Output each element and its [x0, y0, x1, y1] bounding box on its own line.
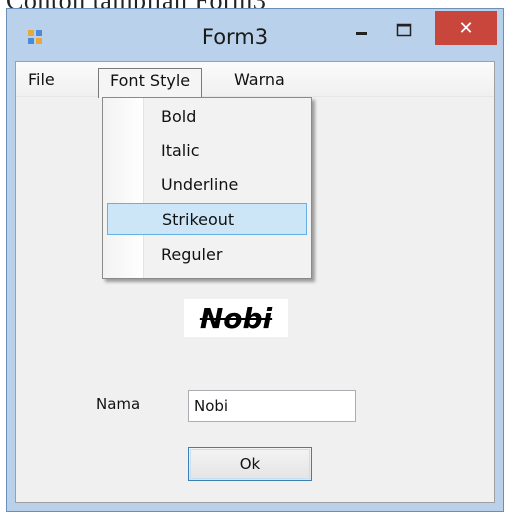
dropdown-item-reguler[interactable]: Reguler: [107, 239, 307, 271]
window-title: Form3: [201, 25, 269, 49]
preview-label: Nobi: [184, 299, 288, 337]
dropdown-item-strikeout[interactable]: Strikeout: [107, 203, 307, 235]
close-icon: ✕: [458, 17, 474, 39]
minimize-icon: [356, 32, 367, 35]
font-style-dropdown: Bold Italic Underline Strikeout Reguler: [102, 97, 312, 279]
minimize-button[interactable]: [347, 19, 377, 41]
dropdown-item-italic[interactable]: Italic: [107, 135, 307, 167]
ok-button[interactable]: Ok: [188, 447, 312, 481]
menu-font-style[interactable]: Font Style: [98, 68, 203, 98]
menu-file[interactable]: File: [20, 68, 63, 94]
ok-button-label: Ok: [239, 455, 261, 473]
form3-window: Form3 ✕ File Font Style Warna Nobi Nama …: [6, 8, 504, 512]
close-button[interactable]: ✕: [435, 11, 497, 45]
preview-text: Nobi: [199, 301, 273, 335]
menu-warna[interactable]: Warna: [226, 68, 293, 94]
dropdown-item-bold[interactable]: Bold: [107, 101, 307, 133]
maximize-icon: [396, 23, 412, 37]
nama-label: Nama: [96, 395, 141, 413]
title-bar[interactable]: Form3 ✕: [7, 9, 503, 61]
nama-input[interactable]: Nobi: [188, 390, 356, 422]
form-client-area: File Font Style Warna Nobi Nama Nobi Ok …: [15, 61, 495, 503]
dropdown-item-underline[interactable]: Underline: [107, 169, 307, 201]
menu-bar: File Font Style Warna: [16, 62, 494, 98]
maximize-button[interactable]: [389, 19, 419, 41]
